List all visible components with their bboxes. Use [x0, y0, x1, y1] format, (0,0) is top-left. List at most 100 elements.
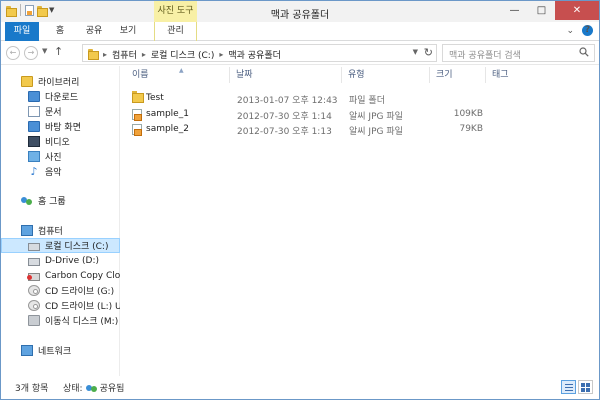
nav-item-label: D-Drive (D:): [45, 255, 100, 266]
tab-home[interactable]: 홈: [49, 22, 71, 41]
nav-item-removable-m[interactable]: 이동식 디스크 (M:): [1, 313, 120, 328]
title-bar: ▼ 사진 도구 맥과 공유폴더 — □ ✕: [1, 1, 599, 22]
minimize-button[interactable]: —: [501, 1, 528, 20]
breadcrumb-local-disk[interactable]: 로컬 디스크 (C:): [151, 48, 214, 61]
column-header-size[interactable]: 크기: [430, 67, 486, 83]
column-header-type[interactable]: 유형: [342, 67, 430, 83]
nav-item-label: 음악: [45, 168, 62, 178]
file-type: 알씨 JPG 파일: [349, 127, 403, 137]
nav-item-network[interactable]: 네트워크: [1, 343, 120, 358]
up-button[interactable]: ↑: [54, 45, 63, 58]
file-date: 2012-07-30 오후 1:13: [237, 127, 332, 137]
sort-ascending-icon: ▲: [179, 67, 184, 74]
hard-drive-icon: [28, 242, 40, 251]
cd-drive-icon: [28, 300, 40, 311]
status-value: 공유됨: [99, 384, 125, 394]
file-row[interactable]: sample_1 2012-07-30 오후 1:14 알씨 JPG 파일 10…: [126, 107, 496, 122]
videos-icon: [28, 136, 40, 147]
nav-item-label: 비디오: [45, 138, 70, 148]
nav-item-label: 사진: [45, 153, 62, 163]
nav-item-downloads[interactable]: 다운로드: [1, 89, 120, 104]
address-dropdown-icon[interactable]: ▼: [413, 48, 418, 56]
nav-item-desktop[interactable]: 바탕 화면: [1, 119, 120, 134]
file-type: 파일 폴더: [349, 96, 385, 106]
status-bar: 3개 항목 상태: 공유됨: [1, 376, 599, 399]
homegroup-icon: [21, 195, 33, 206]
maximize-button[interactable]: □: [528, 1, 555, 20]
nav-item-label: 홈 그룹: [38, 197, 66, 207]
nav-item-label: CD 드라이브 (G:): [45, 287, 115, 297]
jpg-file-icon: [132, 109, 142, 121]
file-name: Test: [146, 93, 164, 103]
breadcrumb-computer[interactable]: 컴퓨터: [112, 48, 137, 61]
column-header-tags[interactable]: 태그: [486, 67, 546, 83]
nav-item-carbon-copy-clone[interactable]: Carbon Copy Clone: [1, 268, 120, 283]
file-date: 2013-01-07 오후 12:43: [237, 96, 338, 106]
file-type: 알씨 JPG 파일: [349, 112, 403, 122]
help-icon[interactable]: ?: [582, 25, 593, 36]
sharing-status: 상태: 공유됨: [63, 381, 124, 394]
chevron-right-icon[interactable]: ▸: [103, 50, 107, 59]
nav-item-label: CD 드라이브 (L:) U3: [45, 302, 120, 312]
file-name: sample_1: [146, 109, 189, 119]
folder-icon: [132, 91, 144, 103]
nav-item-documents[interactable]: 문서: [1, 104, 120, 119]
nav-item-videos[interactable]: 비디오: [1, 134, 120, 149]
ribbon-tabs: 파일 홈 공유 보기 관리 ⌄ ?: [1, 22, 599, 41]
chevron-right-icon[interactable]: ▸: [219, 50, 223, 59]
chevron-right-icon[interactable]: ▸: [142, 50, 146, 59]
downloads-icon: [28, 91, 40, 102]
nav-item-music[interactable]: ♪ 음악: [1, 164, 120, 179]
external-drive-icon: [27, 272, 40, 281]
nav-item-homegroup[interactable]: 홈 그룹: [1, 193, 120, 208]
search-icon: [579, 47, 589, 57]
nav-item-label: 로컬 디스크 (C:): [45, 242, 109, 252]
documents-icon: [28, 106, 40, 117]
expand-ribbon-icon[interactable]: ⌄: [566, 26, 574, 36]
cd-drive-icon: [28, 285, 40, 296]
explorer-window: ▼ 사진 도구 맥과 공유폴더 — □ ✕ 파일 홈 공유 보기 관리 ⌄ ? …: [0, 0, 600, 400]
nav-item-label: 이동식 디스크 (M:): [45, 317, 119, 327]
breadcrumb-current-folder[interactable]: 맥과 공유폴더: [228, 48, 281, 61]
nav-item-local-disk-c[interactable]: 로컬 디스크 (C:): [1, 238, 120, 253]
file-row[interactable]: Test 2013-01-07 오후 12:43 파일 폴더: [126, 91, 496, 106]
search-box[interactable]: 맥과 공유폴더 검색: [442, 44, 595, 62]
libraries-icon: [21, 76, 33, 87]
column-header-name[interactable]: 이름: [126, 67, 230, 83]
item-count: 3개 항목: [15, 384, 49, 394]
large-icons-view-button[interactable]: [578, 380, 593, 394]
window-controls: — □ ✕: [501, 1, 599, 20]
close-button[interactable]: ✕: [555, 1, 599, 20]
tab-share[interactable]: 공유: [81, 22, 107, 41]
breadcrumb: ▸ 컴퓨터 ▸ 로컬 디스크 (C:) ▸ 맥과 공유폴더: [103, 48, 281, 61]
address-bar[interactable]: ▸ 컴퓨터 ▸ 로컬 디스크 (C:) ▸ 맥과 공유폴더 ▼ ↻: [82, 44, 437, 62]
navigation-bar: ← → ▼ ↑ ▸ 컴퓨터 ▸ 로컬 디스크 (C:) ▸ 맥과 공유폴더 ▼ …: [1, 41, 599, 65]
removable-drive-icon: [28, 315, 40, 326]
computer-icon: [21, 225, 33, 236]
recent-locations-icon[interactable]: ▼: [42, 47, 47, 55]
pictures-icon: [28, 151, 40, 162]
column-header-date[interactable]: 날짜: [230, 67, 342, 83]
tab-manage[interactable]: 관리: [154, 22, 197, 41]
details-view-button[interactable]: [561, 380, 576, 394]
refresh-icon[interactable]: ↻: [424, 46, 433, 59]
nav-item-label: 네트워크: [38, 347, 72, 357]
nav-item-label: 다운로드: [45, 93, 79, 103]
nav-item-computer[interactable]: 컴퓨터: [1, 223, 120, 238]
file-name: sample_2: [146, 124, 189, 134]
nav-item-cd-drive-l[interactable]: CD 드라이브 (L:) U3: [1, 298, 120, 313]
nav-item-d-drive[interactable]: D-Drive (D:): [1, 253, 120, 268]
tab-file[interactable]: 파일: [5, 22, 39, 41]
desktop-icon: [28, 121, 40, 132]
back-button[interactable]: ←: [6, 46, 20, 60]
nav-item-label: 문서: [45, 108, 62, 118]
file-size: 79KB: [459, 124, 483, 134]
nav-item-pictures[interactable]: 사진: [1, 149, 120, 164]
nav-item-label: 라이브러리: [38, 78, 80, 88]
tab-view[interactable]: 보기: [115, 22, 141, 41]
file-row[interactable]: sample_2 2012-07-30 오후 1:13 알씨 JPG 파일 79…: [126, 122, 496, 137]
forward-button[interactable]: →: [24, 46, 38, 60]
nav-item-cd-drive-g[interactable]: CD 드라이브 (G:): [1, 283, 120, 298]
nav-item-libraries[interactable]: 라이브러리: [1, 74, 120, 89]
file-date: 2012-07-30 오후 1:14: [237, 112, 332, 122]
